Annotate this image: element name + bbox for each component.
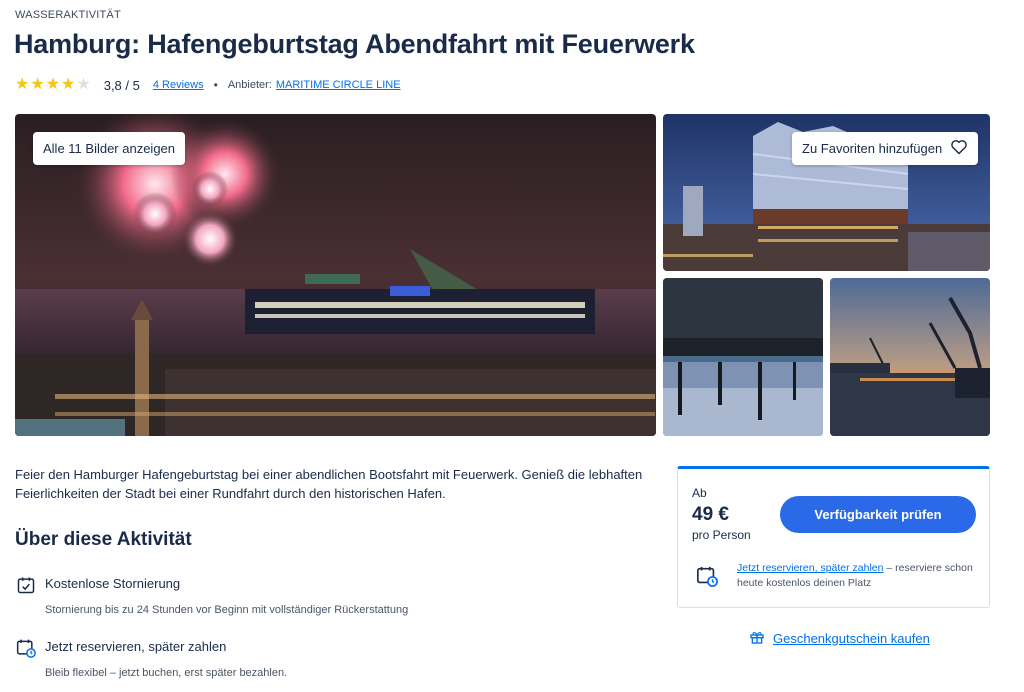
- booking-box: Ab 49 € pro Person Verfügbarkeit prüfen …: [677, 466, 990, 608]
- star-empty-icon: ★: [76, 76, 91, 93]
- favorite-label: Zu Favoriten hinzufügen: [802, 141, 943, 156]
- feature-title: Jetzt reservieren, später zahlen: [45, 639, 227, 654]
- star-rating: ★ ★ ★ ★ ★: [15, 77, 91, 93]
- buy-gift-voucher-link[interactable]: Geschenkgutschein kaufen: [749, 629, 930, 648]
- gift-icon: [749, 629, 765, 648]
- page-title: Hamburg: Hafengeburtstag Abendfahrt mit …: [14, 29, 695, 59]
- feature-title: Kostenlose Stornierung: [45, 576, 181, 591]
- provider-label: Anbieter:: [227, 79, 272, 91]
- add-to-favorites-button[interactable]: Zu Favoriten hinzufügen: [792, 132, 979, 165]
- calendar-clock-icon: [696, 565, 718, 587]
- star-icon: ★: [45, 76, 61, 93]
- feature-subtitle: Stornierung bis zu 24 Stunden vor Beginn…: [45, 604, 409, 616]
- feature-subtitle: Bleib flexibel – jetzt buchen, erst spät…: [45, 667, 288, 679]
- feature-free-cancellation: Kostenlose Stornierung: [15, 574, 180, 596]
- star-icon: ★: [30, 76, 45, 93]
- feature-reserve-now: Jetzt reservieren, später zahlen: [15, 637, 226, 659]
- rating-row: ★ ★ ★ ★ ★ 3,8 / 5 4 Reviews • Anbieter: …: [15, 76, 401, 94]
- activity-description: Feier den Hamburger Hafengeburtstag bei …: [15, 467, 643, 501]
- about-section-title: Über diese Aktivität: [15, 529, 192, 550]
- category-label: WASSERAKTIVITÄT: [15, 9, 121, 21]
- calendar-check-icon: [15, 574, 37, 596]
- gift-voucher-label: Geschenkgutschein kaufen: [773, 631, 930, 646]
- check-availability-button[interactable]: Verfügbarkeit prüfen: [780, 496, 976, 533]
- price-value: 49 €: [692, 504, 729, 525]
- calendar-clock-icon: [15, 637, 37, 659]
- reserve-info: Jetzt reservieren, später zahlen – reser…: [737, 561, 977, 591]
- reviews-link[interactable]: 4 Reviews: [153, 79, 204, 91]
- heart-icon: [950, 139, 968, 158]
- price-per-label: pro Person: [692, 528, 751, 542]
- show-all-images-button[interactable]: Alle 11 Bilder anzeigen: [33, 132, 186, 165]
- star-icon: ★: [61, 76, 76, 93]
- gallery-image-sunset-cranes[interactable]: [830, 278, 990, 436]
- star-icon: ★: [15, 76, 30, 93]
- reserve-now-link[interactable]: Jetzt reservieren, später zahlen: [737, 562, 884, 574]
- provider-link[interactable]: MARITIME CIRCLE LINE: [276, 79, 401, 91]
- separator-dot: •: [213, 78, 218, 92]
- rating-value: 3,8 / 5: [103, 77, 140, 93]
- price-from-label: Ab: [692, 486, 707, 500]
- gallery-image-reflection[interactable]: [663, 278, 823, 436]
